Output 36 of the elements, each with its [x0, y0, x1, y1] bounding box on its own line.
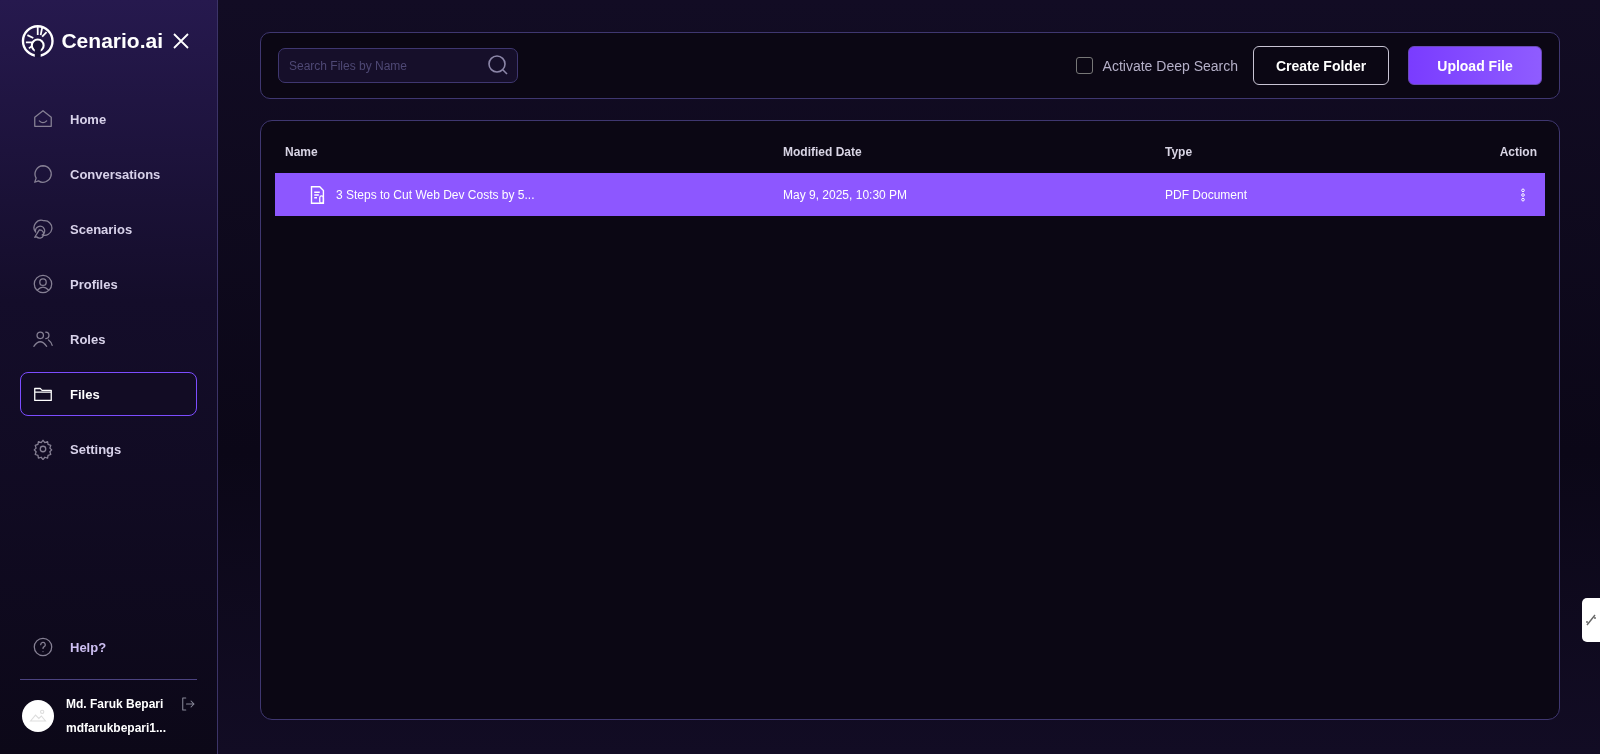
column-header: Name [284, 145, 319, 159]
nav-item[interactable]: Home [20, 97, 197, 141]
nav-item[interactable]: Roles [20, 317, 197, 361]
checkbox[interactable] [1075, 57, 1093, 74]
logout-icon [179, 695, 197, 713]
nav-item[interactable]: Settings [20, 427, 197, 471]
upload-button[interactable]: Upload File [1408, 46, 1542, 85]
user-name: Md. Faruk Bepari [66, 696, 165, 713]
search-icon [486, 53, 510, 77]
nav-item[interactable]: Conversations [20, 152, 197, 196]
column-header: Action [1498, 145, 1538, 159]
table-cell: 3 Steps to Cut Web Dev Costs by 5... [336, 187, 535, 202]
checkbox-label: Activate Deep Search [1102, 57, 1238, 74]
user-email: mdfarukbepari1... [66, 720, 167, 737]
nav-item[interactable]: Files [20, 372, 197, 416]
home-icon [32, 108, 54, 130]
resize-icon [1585, 612, 1597, 628]
table-cell: May 9, 2025, 10:30 PM [783, 187, 908, 202]
settings-icon [32, 438, 54, 460]
nav-item[interactable]: Profiles [20, 262, 197, 306]
column-header: Modified Date [783, 145, 863, 159]
table-row[interactable]: 3 Steps to Cut Web Dev Costs by 5... May 9, 2025, 10:30 PM PDF Document [275, 173, 1545, 216]
help-icon [32, 636, 54, 658]
profile-icon [32, 273, 54, 295]
chat-bubbles-icon [32, 218, 54, 240]
create-folder-button[interactable]: Create Folder [1253, 46, 1389, 85]
nav-item[interactable]: Scenarios [20, 207, 197, 251]
logout-button[interactable] [179, 695, 197, 713]
help-link[interactable]: Help? [20, 625, 197, 669]
search-field[interactable]: Search Files by Name [278, 48, 518, 83]
column-header: Type [1165, 145, 1194, 159]
brand-name: Cenario.ai [61, 29, 163, 53]
table-cell: PDF Document [1165, 187, 1248, 202]
side-tab[interactable] [1582, 598, 1600, 642]
chat-icon [32, 163, 54, 185]
logo-icon [20, 23, 56, 59]
